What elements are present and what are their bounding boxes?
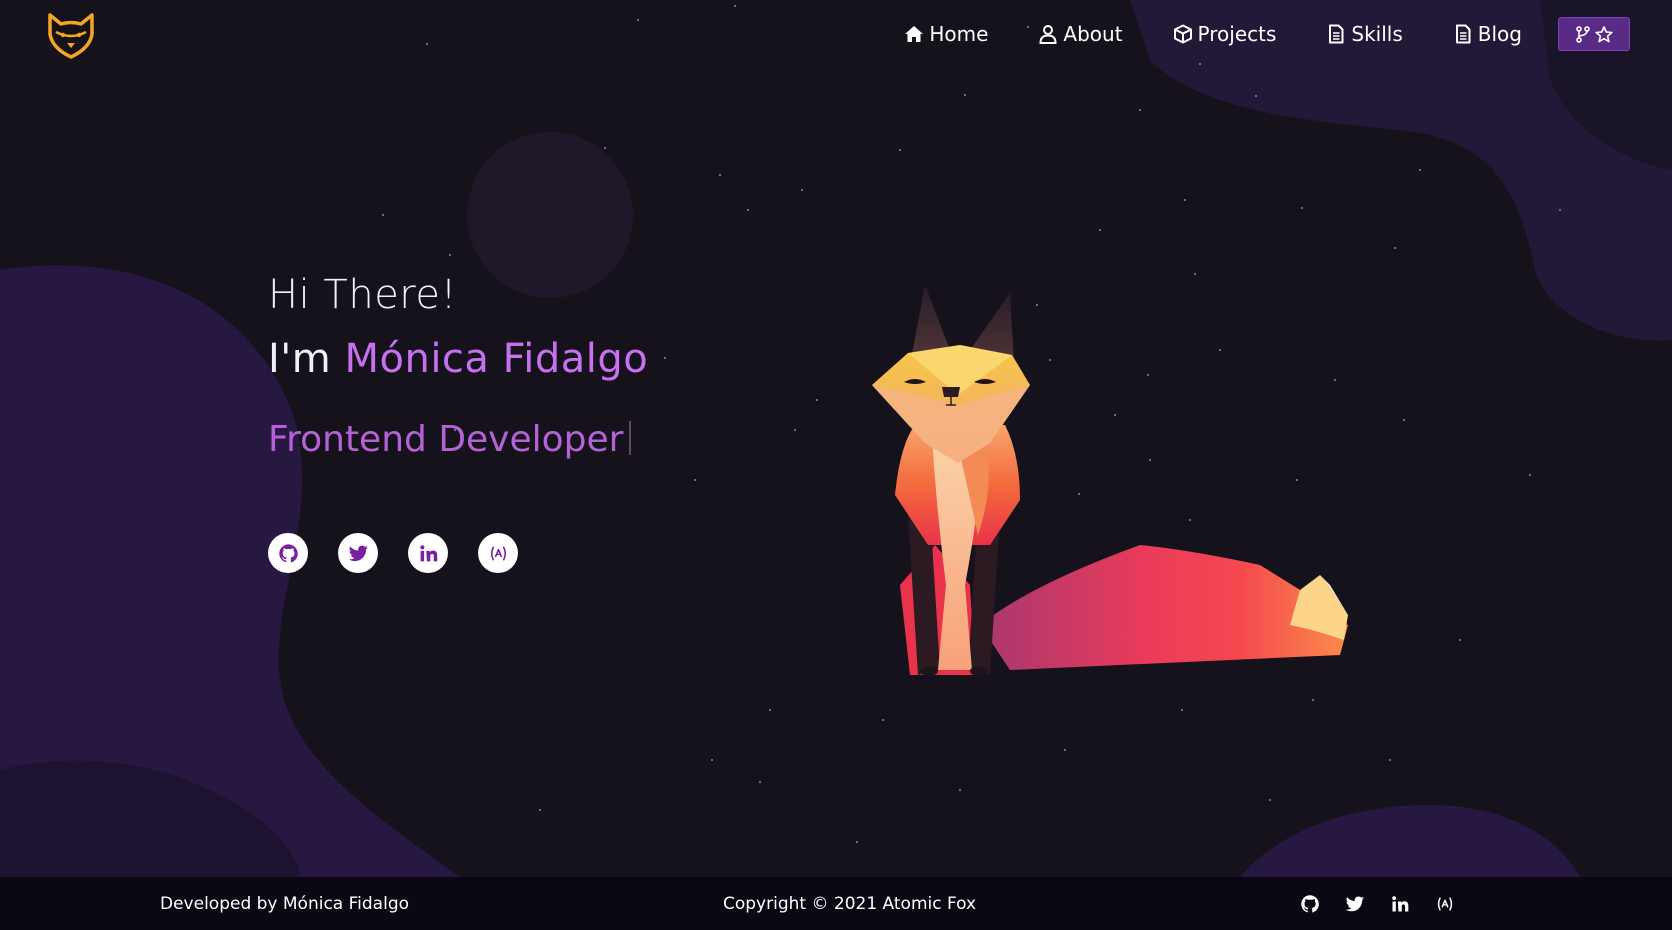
logo[interactable] xyxy=(46,12,96,60)
nav-home[interactable]: Home xyxy=(904,17,988,51)
linkedin-icon xyxy=(419,544,437,561)
hero-social-links xyxy=(268,533,548,573)
github-icon[interactable] xyxy=(1300,894,1320,914)
fork-star-button[interactable] xyxy=(1558,17,1630,51)
document-icon xyxy=(1455,24,1471,44)
twitter-link[interactable] xyxy=(338,533,378,573)
hero-name: Mónica Fidalgo xyxy=(344,336,649,382)
nav-projects-label: Projects xyxy=(1197,22,1277,46)
star-icon xyxy=(1595,25,1613,42)
nav-skills-label: Skills xyxy=(1351,22,1403,46)
hero-name-prefix: I'm xyxy=(268,336,345,382)
hero-role: Frontend Developer xyxy=(268,419,624,460)
nav-about-label: About xyxy=(1063,22,1123,46)
nav-blog-label: Blog xyxy=(1477,22,1522,46)
fox-head-icon xyxy=(48,13,94,59)
background xyxy=(0,0,1672,930)
home-icon xyxy=(905,26,924,42)
nav-skills[interactable]: Skills xyxy=(1326,17,1403,51)
twitter-icon xyxy=(348,545,368,561)
hero-role-line: Frontend Developer xyxy=(268,419,632,460)
fox-illustration xyxy=(872,285,1348,676)
cube-icon xyxy=(1173,24,1192,44)
twitter-icon[interactable] xyxy=(1345,894,1365,914)
nav-blog[interactable]: Blog xyxy=(1453,17,1522,51)
navbar: Home About Projects Skills Blog xyxy=(0,0,1672,68)
hero-greeting: Hi There! xyxy=(268,272,458,318)
devto-link[interactable] xyxy=(478,533,518,573)
nav-links: Home About Projects Skills Blog xyxy=(854,17,1672,51)
background-shapes xyxy=(0,0,1672,891)
github-link[interactable] xyxy=(268,533,308,573)
nav-about[interactable]: About xyxy=(1038,17,1123,51)
linkedin-icon[interactable] xyxy=(1390,894,1410,914)
footer-developed-by: Developed by Mónica Fidalgo xyxy=(160,894,410,914)
linkedin-link[interactable] xyxy=(408,533,448,573)
github-icon xyxy=(278,543,298,562)
footer-copyright: Copyright © 2021 Atomic Fox xyxy=(723,894,977,914)
typing-cursor xyxy=(629,421,632,455)
hero-name-line: I'm Mónica Fidalgo xyxy=(268,336,648,382)
code-fork-icon xyxy=(1576,25,1590,43)
devto-icon[interactable] xyxy=(1435,894,1455,914)
nav-home-label: Home xyxy=(929,22,989,46)
user-icon xyxy=(1039,25,1057,44)
nav-projects[interactable]: Projects xyxy=(1173,17,1277,51)
document-icon xyxy=(1329,24,1344,44)
devto-icon xyxy=(490,546,506,560)
footer-social-links xyxy=(1300,894,1455,914)
